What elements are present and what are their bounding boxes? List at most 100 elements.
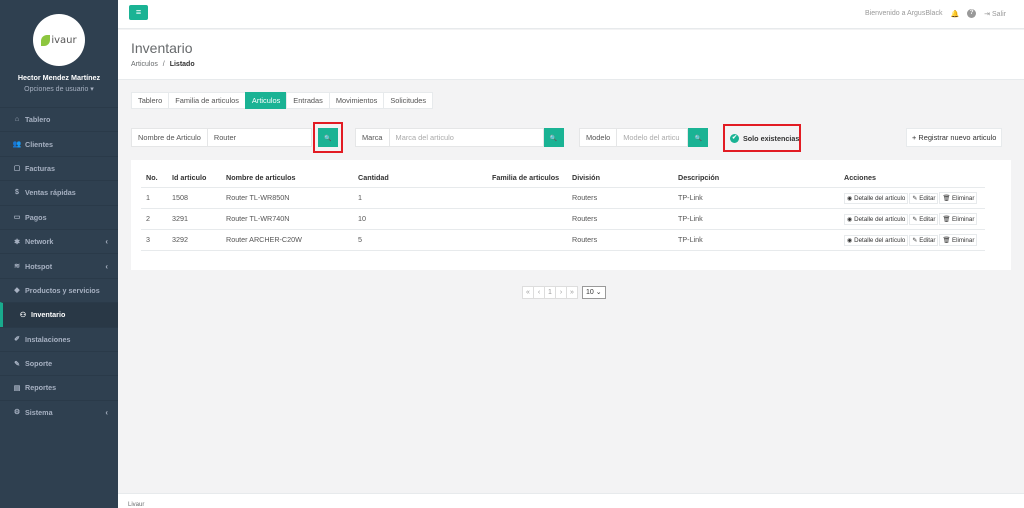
detail-button[interactable]: ◉ Detalle del artículo — [844, 192, 909, 204]
sidebar-item-inventario[interactable]: ⚇ Inventario — [0, 302, 118, 327]
footer-text: Livaur — [128, 502, 145, 508]
model-search-button[interactable]: 🔍 — [688, 128, 709, 147]
cell-actions: ◉ Detalle del artículo ✎ Editar 🗑 Eliminar — [839, 208, 985, 230]
per-page-select[interactable]: 10 ⌄ — [582, 286, 606, 299]
card-icon: ▭ — [13, 214, 21, 222]
profile: ivaur Hector Mendez Martínez Opciones de… — [0, 0, 118, 107]
cell-no: 2 — [141, 208, 167, 230]
col-qty: Cantidad — [353, 168, 487, 188]
user-options-dropdown[interactable]: Opciones de usuario ▾ — [0, 85, 118, 93]
cell-description: TP-Link — [673, 208, 839, 230]
help-icon[interactable]: ? — [967, 9, 977, 18]
user-name: Hector Mendez Martínez — [17, 73, 101, 82]
page-last-button[interactable]: » — [566, 286, 578, 299]
tab-movimientos[interactable]: Movimientos — [328, 92, 385, 109]
breadcrumb-listado: Listado — [169, 61, 195, 68]
delete-button[interactable]: 🗑 Eliminar — [939, 233, 978, 246]
sidebar-item-hotspot[interactable]: ≋ Hotspot ‹ — [0, 253, 118, 277]
sidebar-item-label: Tablero — [25, 115, 51, 125]
col-family: Familia de articulos — [487, 168, 567, 188]
detail-button[interactable]: ◉ Detalle del artículo — [844, 213, 909, 225]
delete-button[interactable]: 🗑 Eliminar — [939, 212, 978, 225]
sidebar-item-instalaciones[interactable]: ✐ Instalaciones — [0, 326, 118, 351]
cell-actions: ◉ Detalle del artículo ✎ Editar 🗑 Eliminar — [839, 229, 985, 251]
name-filter-input[interactable]: Router — [207, 128, 312, 147]
brand-search-button[interactable]: 🔍 — [543, 128, 564, 147]
tab-solicitudes[interactable]: Solicitudes — [383, 92, 434, 109]
cell-no: 3 — [141, 229, 167, 251]
edit-button[interactable]: ✎ Editar — [909, 213, 939, 225]
tab-entradas[interactable]: Entradas — [286, 92, 330, 109]
sidebar-item-label: Network — [25, 237, 54, 247]
sidebar-item-label: Reportes — [25, 383, 57, 393]
sidebar-item-label: Facturas — [25, 163, 55, 173]
sidebar-item-pagos[interactable]: ▭ Pagos — [0, 204, 118, 229]
sidebar-item-network[interactable]: ✱ Network ‹ — [0, 228, 118, 253]
wifi-icon: ≋ — [14, 263, 20, 271]
edit-button[interactable]: ✎ Editar — [909, 192, 939, 204]
cell-name: Router TL-WR740N — [221, 208, 353, 230]
table-row: 3 3292 Router ARCHER-C20W 5 Routers TP-L… — [141, 229, 985, 251]
sidebar-item-ventas[interactable]: $ Ventas rápidas — [0, 180, 118, 204]
tag-icon: ◆ — [14, 287, 20, 295]
table-header-row: No. Id articulo Nombre de articulos Cant… — [141, 168, 985, 188]
col-actions: Acciones — [839, 168, 985, 188]
welcome-text: Bienvenido a ArgusBlack — [865, 10, 943, 17]
cell-no: 1 — [141, 187, 167, 209]
model-filter-input[interactable]: Modelo del articu — [617, 128, 689, 147]
detail-button[interactable]: ◉ Detalle del artículo — [844, 234, 909, 246]
search-icon: 🔍 — [549, 136, 558, 142]
sidebar-item-label: Productos y servicios — [25, 285, 100, 295]
breadcrumb-articulos[interactable]: Articulos — [131, 61, 158, 68]
avatar[interactable]: ivaur — [33, 14, 85, 66]
tab-articulos[interactable]: Articulos — [244, 92, 288, 109]
cell-name: Router ARCHER-C20W — [221, 229, 353, 251]
table-row: 1 1508 Router TL-WR850N 1 Routers TP-Lin… — [141, 187, 985, 209]
brand-filter-label: Marca — [355, 128, 390, 147]
col-id: Id articulo — [167, 168, 221, 188]
sidebar-item-label: Sistema — [25, 407, 53, 417]
highlight-box — [313, 122, 343, 153]
sidebar-item-label: Inventario — [31, 310, 66, 320]
users-icon: 👥 — [12, 141, 22, 149]
logo-leaf-icon — [41, 34, 51, 46]
table-row: 2 3291 Router TL-WR740N 10 Routers TP-Li… — [141, 208, 985, 230]
sidebar-item-clientes[interactable]: 👥 Clientes — [0, 131, 118, 155]
model-filter: Modelo Modelo del articu 🔍 — [579, 128, 709, 147]
cell-family — [487, 187, 567, 209]
edit-button[interactable]: ✎ Editar — [909, 234, 939, 246]
chevron-left-icon: ‹ — [105, 407, 108, 417]
sidebar-item-soporte[interactable]: ✎ Soporte — [0, 350, 118, 375]
sidebar-item-facturas[interactable]: ▢ Facturas — [0, 155, 118, 180]
tab-tablero[interactable]: Tablero — [131, 92, 170, 109]
brand-filter: Marca Marca del articulo 🔍 — [355, 128, 564, 147]
cell-id: 3292 — [167, 229, 221, 251]
menu-toggle-button[interactable]: ≡ — [129, 5, 148, 20]
col-division: División — [567, 168, 673, 188]
sidebar-item-sistema[interactable]: ⚙ Sistema ‹ — [0, 399, 118, 424]
chevron-left-icon: ‹ — [105, 261, 108, 271]
cell-id: 1508 — [167, 187, 221, 209]
dollar-icon: $ — [15, 189, 19, 197]
breadcrumb: Articulos / Listado — [131, 61, 1024, 68]
tab-familia[interactable]: Familia de articulos — [168, 92, 246, 109]
topbar-right: Bienvenido a ArgusBlack 🔔 ? ⇥ Salir — [865, 9, 1006, 18]
highlight-box — [723, 124, 801, 152]
search-icon: 🔍 — [694, 136, 702, 142]
sidebar: ivaur Hector Mendez Martínez Opciones de… — [0, 0, 118, 508]
pagination: « ‹ 1 › » 10 ⌄ — [522, 286, 606, 299]
logout-label: Salir — [991, 10, 1006, 18]
cell-actions: ◉ Detalle del artículo ✎ Editar 🗑 Eliminar — [839, 187, 985, 209]
logout-link[interactable]: ⇥ Salir — [984, 10, 1006, 18]
register-article-button[interactable]: + Registrar nuevo articulo — [906, 128, 1003, 147]
sidebar-item-label: Hotspot — [25, 261, 53, 271]
sidebar-item-label: Soporte — [25, 359, 53, 369]
bell-icon[interactable]: 🔔 — [950, 10, 959, 18]
sidebar-item-productos[interactable]: ◆ Productos y servicios — [0, 277, 118, 302]
footer: Livaur — [118, 493, 1024, 508]
brand-filter-input[interactable]: Marca del articulo — [389, 128, 544, 147]
sidebar-item-tablero[interactable]: ⌂ Tablero — [0, 107, 118, 131]
sidebar-item-reportes[interactable]: ▤ Reportes — [0, 375, 118, 399]
cell-description: TP-Link — [673, 187, 839, 209]
delete-button[interactable]: 🗑 Eliminar — [939, 191, 978, 204]
